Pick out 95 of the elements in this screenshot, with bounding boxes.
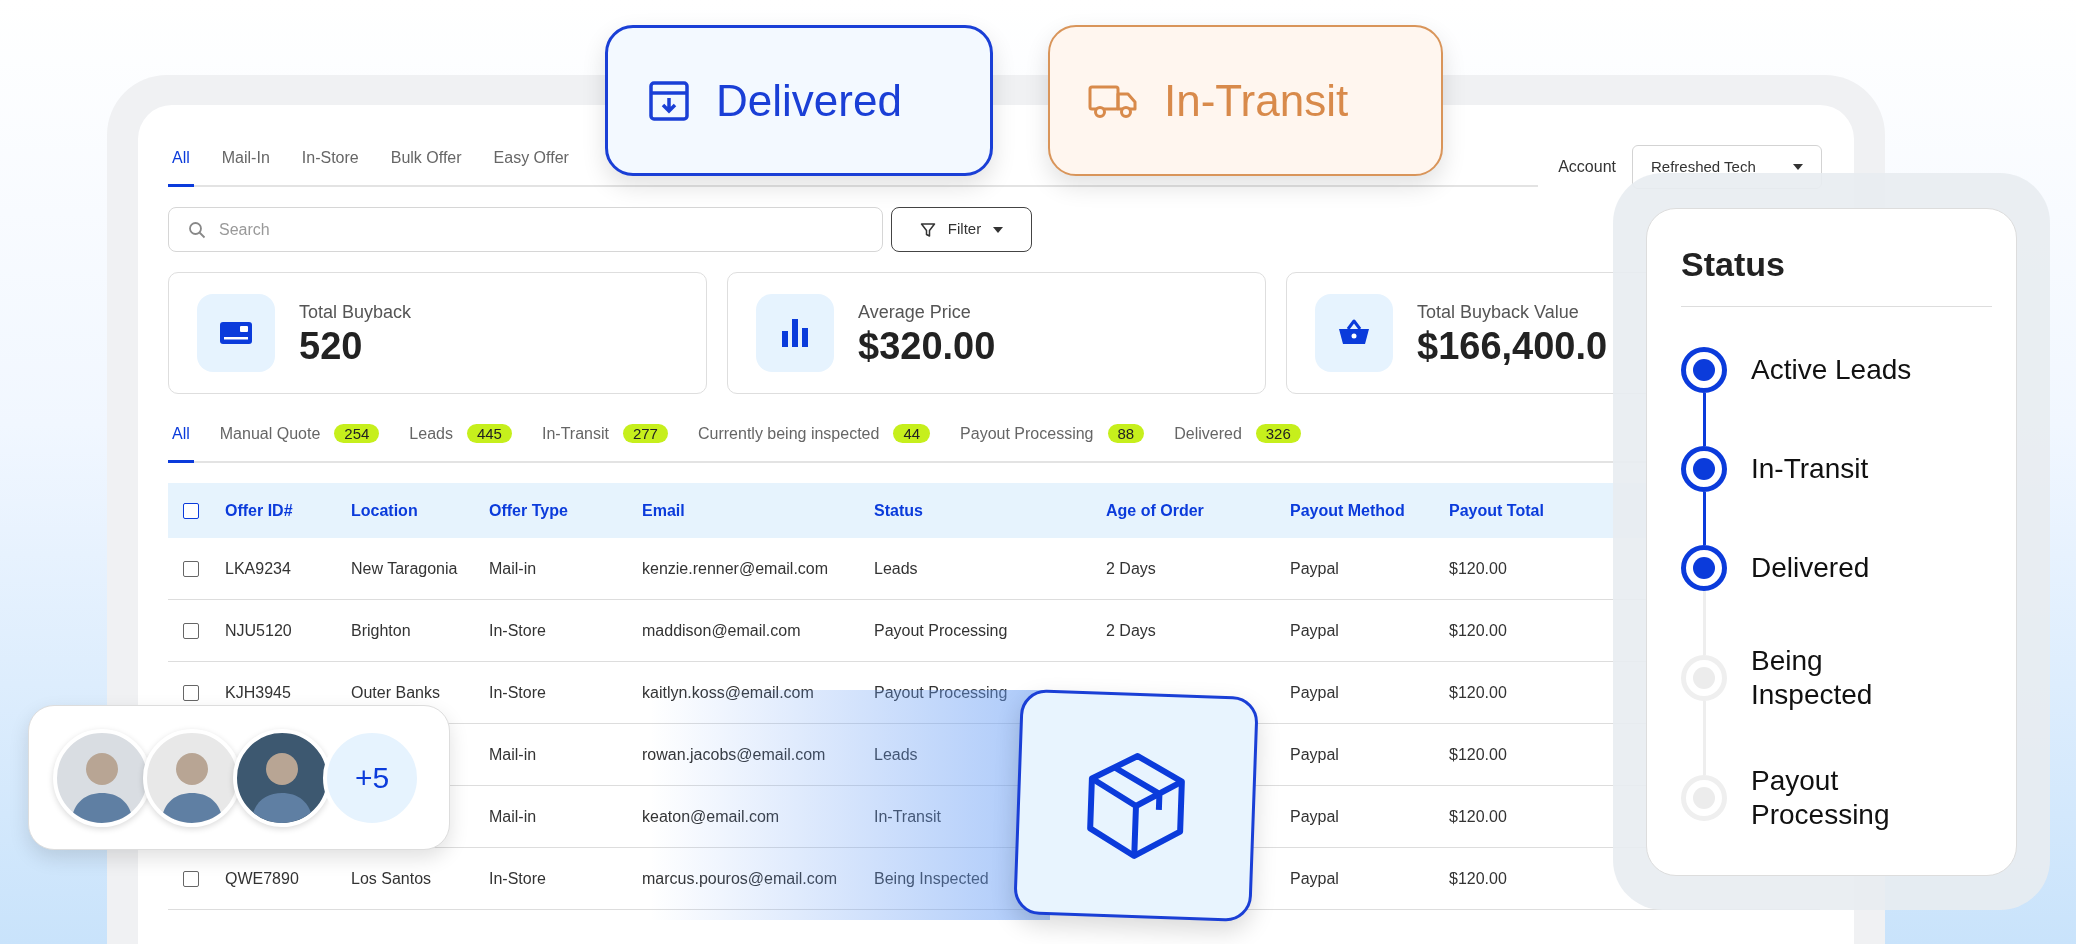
checkbox[interactable] xyxy=(183,684,199,701)
table-cell-text: Paypal xyxy=(1290,620,1339,641)
table-cell-text: Mail-in xyxy=(489,558,537,579)
table-cell-text: $120.00 xyxy=(1449,682,1507,703)
status-tab[interactable]: Payout Processing 88 xyxy=(956,422,1149,463)
status-tab[interactable]: Manual Quote 254 xyxy=(215,422,384,463)
table-cell-text: In-Store xyxy=(489,868,546,889)
filter-tab[interactable]: Bulk Offer xyxy=(386,146,466,187)
account-label: Account xyxy=(1558,157,1616,177)
table-cell-text: $120.00 xyxy=(1449,558,1507,579)
count-badge: 44 xyxy=(893,424,931,443)
table-cell-text: KJH3945 xyxy=(225,682,291,703)
column-header: Payout Method xyxy=(1290,500,1405,521)
table-cell-text: Leads xyxy=(874,558,918,579)
table-cell-text: Outer Banks xyxy=(351,682,440,703)
table-cell-text: Mail-in xyxy=(489,744,537,765)
table-cell-text: Paypal xyxy=(1290,682,1339,703)
table-cell-text: Paypal xyxy=(1290,744,1339,765)
search-field[interactable]: Search xyxy=(168,207,883,252)
step-label: Active Leads xyxy=(1751,353,1913,387)
filter-button[interactable]: Filter xyxy=(891,207,1032,252)
table-cell-text: $120.00 xyxy=(1449,620,1507,641)
table-cell-text: kenzie.renner@email.com xyxy=(642,558,829,579)
table-cell-text: New Taragonia xyxy=(351,558,458,579)
table-cell-text: Leads xyxy=(874,744,918,765)
table-cell-text: kaitlyn.koss@email.com xyxy=(642,682,814,703)
checkbox[interactable] xyxy=(183,622,199,639)
status-tab[interactable]: In-Transit 277 xyxy=(537,422,672,463)
count-badge: 445 xyxy=(466,424,512,443)
count-badge: 326 xyxy=(1255,424,1301,443)
timeline-line xyxy=(1702,492,1706,545)
table-cell-text: Paypal xyxy=(1290,868,1339,889)
table-cell-text: marcus.pouros@email.com xyxy=(642,868,837,889)
column-header: Status xyxy=(874,500,923,521)
table-cell-text: In-Store xyxy=(489,620,546,641)
table-cell-text: Paypal xyxy=(1290,806,1339,827)
table-cell-text: Payout Processing xyxy=(874,682,1008,703)
table-cell-text: Being Inspected xyxy=(874,868,989,889)
table-cell-text: $120.00 xyxy=(1449,868,1507,889)
table-cell-text: Payout Processing xyxy=(874,620,1008,641)
table-cell-text: Los Santos xyxy=(351,868,432,889)
step-label: Delivered xyxy=(1751,551,1871,585)
column-header: Offer Type xyxy=(489,500,568,521)
stat-value: 520 xyxy=(299,325,364,368)
in-transit-label: In-Transit xyxy=(1164,74,1349,127)
panel-title: Status xyxy=(1681,239,1992,307)
table-cell-text: keaton@email.com xyxy=(642,806,780,827)
table-cell-text: In-Transit xyxy=(874,806,941,827)
status-tab[interactable]: Delivered 326 xyxy=(1170,422,1305,463)
status-tab[interactable]: All xyxy=(168,422,194,463)
filter-tab[interactable]: Easy Offer xyxy=(489,146,573,187)
table-cell-text: 2 Days xyxy=(1106,620,1156,641)
table-cell-text: Paypal xyxy=(1290,558,1339,579)
count-badge: 254 xyxy=(334,424,380,443)
caret-icon xyxy=(1793,164,1803,170)
filter-icon xyxy=(919,221,936,238)
table-cell-text: $120.00 xyxy=(1449,744,1507,765)
table-cell-text: Brighton xyxy=(351,620,411,641)
stat-label: Total Buyback Value xyxy=(1417,300,1580,324)
status-tab[interactable]: Leads 445 xyxy=(405,422,516,463)
search-icon xyxy=(188,221,206,239)
stat-label: Average Price xyxy=(858,300,972,324)
table-cell-text: $120.00 xyxy=(1449,806,1507,827)
download-box-icon xyxy=(648,79,690,122)
checkbox[interactable] xyxy=(183,560,199,577)
status-tab[interactable]: Currently being inspected 44 xyxy=(693,422,935,463)
filter-tab[interactable]: In-Store xyxy=(297,146,363,187)
column-header: Payout Total xyxy=(1449,500,1544,521)
column-header: Location xyxy=(351,500,418,521)
filter-tab[interactable]: All xyxy=(168,146,194,187)
stat-value: $320.00 xyxy=(858,325,996,368)
table-cell-text: In-Store xyxy=(489,682,546,703)
column-header: Offer ID# xyxy=(225,500,293,521)
column-header: Email xyxy=(642,500,685,521)
count-badge: 88 xyxy=(1107,424,1145,443)
stat-label: Total Buyback xyxy=(299,300,412,324)
step-label: In-Transit xyxy=(1751,452,1870,486)
table-cell-text: LKA9234 xyxy=(225,558,291,579)
count-badge: 277 xyxy=(622,424,668,443)
table-cell-text: maddison@email.com xyxy=(642,620,801,641)
filter-tab[interactable]: Mail-In xyxy=(217,146,274,187)
stat-value: $166,400.0 xyxy=(1417,325,1608,368)
step-label: Being Inspected xyxy=(1751,644,1874,712)
table-cell-text: Mail-in xyxy=(489,806,537,827)
table-cell-text: NJU5120 xyxy=(225,620,292,641)
delivered-label: Delivered xyxy=(716,74,902,127)
table-cell-text: rowan.jacobs@email.com xyxy=(642,744,826,765)
table-cell-text: QWE7890 xyxy=(225,868,299,889)
column-header: Age of Order xyxy=(1106,500,1204,521)
timeline-line xyxy=(1702,393,1706,446)
checkbox[interactable] xyxy=(183,502,199,519)
step-label: Payout Processing xyxy=(1751,764,1891,832)
caret-icon xyxy=(993,226,1004,233)
table-cell-text: 2 Days xyxy=(1106,558,1156,579)
checkbox[interactable] xyxy=(183,870,199,887)
